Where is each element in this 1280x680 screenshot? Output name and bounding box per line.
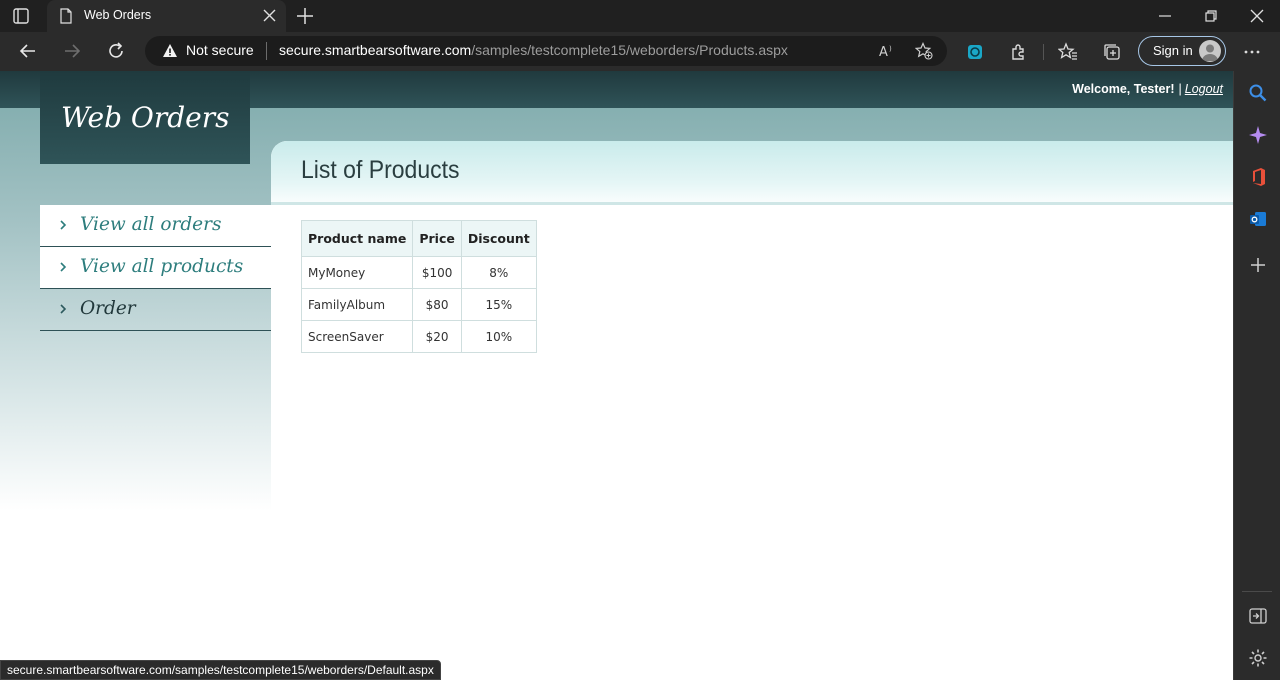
refresh-icon[interactable] [106,41,126,61]
extensions-icon[interactable] [1009,42,1029,62]
avatar [1199,40,1221,62]
logo-text: Web Orders [61,101,230,134]
user-icon [1202,44,1218,61]
svg-text:): ) [889,45,892,53]
main-content: List of Products Product name Price Disc… [271,141,1233,680]
sign-in-button[interactable]: Sign in [1138,36,1226,66]
browser-tab-web-orders[interactable]: Web Orders [47,0,286,32]
browser-toolbar: Not secure secure.smartbearsoftware.com/… [0,32,1280,71]
column-header: Discount [460,220,537,257]
side-panel-separator [1242,591,1272,592]
sign-in-label: Sign in [1153,43,1193,58]
product-name-cell: MyMoney [300,256,414,289]
restore-icon[interactable] [1203,8,1219,24]
add-favorite-icon[interactable] [915,42,933,60]
close-icon[interactable] [263,9,276,22]
price-cell: $20 [412,320,462,353]
warning-icon[interactable] [162,43,178,59]
hide-sidebar-icon[interactable] [1248,606,1268,626]
extension-app-icon[interactable] [965,42,985,62]
table-header-row: Product name Price Discount [300,220,537,257]
price-cell: $100 [412,256,462,289]
menu-item-label: Order [80,298,136,319]
welcome-text: Welcome, Tester! [1072,82,1175,96]
plus-icon[interactable] [296,7,314,25]
address-separator [266,42,267,60]
site-logo: Web Orders [40,71,250,164]
table-row: FamilyAlbum $80 15% [300,288,537,321]
discount-cell: 10% [460,320,537,353]
table-row: MyMoney $100 8% [300,256,537,289]
column-header: Price [412,220,462,257]
forward-arrow-icon[interactable] [62,41,82,61]
close-window-icon[interactable] [1249,8,1265,24]
settings-icon[interactable] [1248,648,1268,668]
product-name-cell: FamilyAlbum [300,288,414,321]
menu-item-order[interactable]: Order [40,289,271,331]
url-path: /samples/testcomplete15/weborders/Produc… [471,42,788,58]
price-cell: $80 [412,288,462,321]
welcome-area: Welcome, Tester! | Logout [1072,82,1223,96]
outlook-icon[interactable] [1248,209,1268,229]
status-bar-url: secure.smartbearsoftware.com/samples/tes… [0,660,441,680]
chevron-right-icon [60,220,67,230]
security-label[interactable]: Not secure [186,42,254,58]
tab-title: Web Orders [84,8,152,22]
toolbar-separator [1043,44,1044,60]
page-title: List of Products [301,156,460,184]
more-icon[interactable] [1242,42,1262,62]
url-host: secure.smartbearsoftware.com [279,42,472,58]
read-aloud-icon[interactable]: A ) [878,42,896,60]
welcome-separator: | [1178,82,1182,96]
menu-item-view-all-products[interactable]: View all products [40,247,271,289]
address-bar[interactable]: Not secure secure.smartbearsoftware.com/… [145,36,947,66]
browser-side-panel [1233,71,1280,680]
browser-tab-bar: Web Orders [0,0,1280,32]
column-header: Product name [300,220,414,257]
products-table: Product name Price Discount MyMoney $100… [300,220,537,353]
logout-link[interactable]: Logout [1185,82,1223,96]
search-icon[interactable] [1248,83,1268,103]
office-icon[interactable] [1248,167,1268,187]
back-arrow-icon[interactable] [18,41,38,61]
menu-item-label: View all orders [80,214,222,235]
plus-icon[interactable] [1248,255,1268,275]
web-page: Welcome, Tester! | Logout Web Orders View … [0,71,1233,680]
url-text[interactable]: secure.smartbearsoftware.com/samples/tes… [279,42,788,58]
page-icon [60,8,72,24]
copilot-sparkle-icon[interactable] [1248,125,1268,145]
chevron-right-icon [60,262,67,272]
table-row: ScreenSaver $20 10% [300,320,537,353]
svg-text:A: A [879,45,888,60]
minimize-icon[interactable] [1157,8,1173,24]
product-name-cell: ScreenSaver [300,320,414,353]
menu-item-label: View all products [80,256,244,277]
content-header: List of Products [271,141,1233,205]
tab-actions-icon[interactable] [12,7,30,25]
collections-icon[interactable] [1102,42,1122,62]
favorites-icon[interactable] [1058,42,1078,62]
discount-cell: 8% [460,256,537,289]
menu-item-view-all-orders[interactable]: View all orders [40,205,271,247]
chevron-right-icon [60,304,67,314]
sidebar-menu: View all orders View all products Order [40,205,271,331]
discount-cell: 15% [460,288,537,321]
